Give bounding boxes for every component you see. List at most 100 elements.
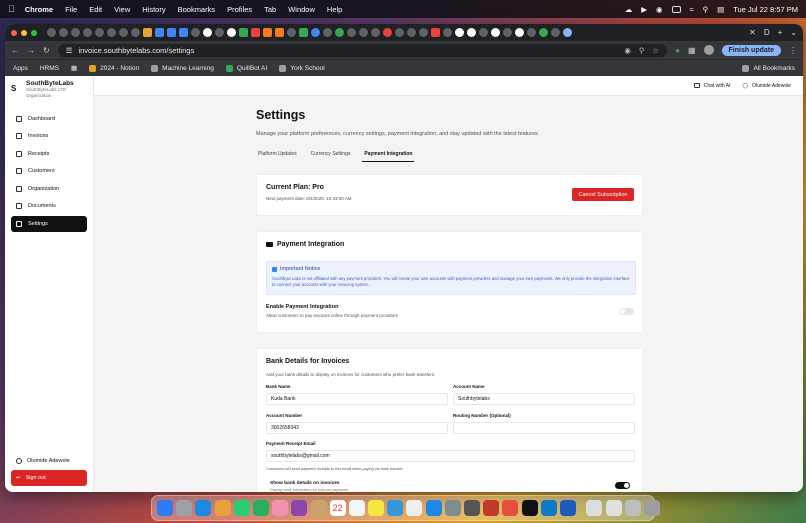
tab-favicon[interactable] bbox=[251, 28, 260, 37]
chrome-icon[interactable] bbox=[214, 500, 231, 516]
account-name-input[interactable]: Southbytelabs bbox=[453, 393, 635, 405]
control-icon[interactable]: ◉ bbox=[656, 5, 663, 14]
tab-favicon[interactable] bbox=[71, 28, 80, 37]
show-bank-details-toggle[interactable] bbox=[615, 482, 630, 489]
tab-favicon[interactable] bbox=[311, 28, 320, 37]
menu-view[interactable]: View bbox=[114, 5, 130, 14]
tab-favicon[interactable] bbox=[131, 28, 140, 37]
menu-file[interactable]: File bbox=[65, 5, 77, 14]
sidebar-user[interactable]: Olumide Adewole bbox=[11, 455, 87, 467]
notes-icon[interactable] bbox=[368, 500, 385, 516]
tab-favicon[interactable] bbox=[203, 28, 212, 37]
finish-update-button[interactable]: Finish update bbox=[721, 44, 781, 56]
wifi-icon[interactable]: ≈ bbox=[690, 5, 694, 14]
menu-tab[interactable]: Tab bbox=[264, 5, 276, 14]
search-icon[interactable]: ⚲ bbox=[703, 5, 709, 14]
tab-platform-updates[interactable]: Platform Updates bbox=[256, 149, 299, 162]
tab-favicon[interactable] bbox=[443, 28, 452, 37]
menu-bookmarks[interactable]: Bookmarks bbox=[178, 5, 216, 14]
cloud-icon[interactable]: ☁ bbox=[625, 5, 633, 14]
sidebar-item-dashboard[interactable]: Dashboard bbox=[11, 111, 87, 127]
site-info-icon[interactable]: ☰ bbox=[66, 46, 73, 55]
tab-favicon[interactable] bbox=[407, 28, 416, 37]
tab-favicon[interactable] bbox=[395, 28, 404, 37]
bookmark-apps[interactable]: Apps bbox=[13, 65, 28, 72]
apple-icon[interactable]:  bbox=[8, 4, 15, 14]
tab-favicon[interactable] bbox=[239, 28, 248, 37]
sidebar-item-invoices[interactable]: Invoices bbox=[11, 128, 87, 144]
tab-favicon[interactable] bbox=[107, 28, 116, 37]
news-icon[interactable] bbox=[483, 500, 500, 516]
freeform-icon[interactable] bbox=[387, 500, 404, 516]
reminders-icon[interactable] bbox=[348, 500, 365, 516]
active-tab-letter[interactable]: D bbox=[764, 28, 770, 37]
close-tab-icon[interactable]: ✕ bbox=[749, 28, 756, 37]
settings-app-icon[interactable] bbox=[444, 500, 461, 516]
sidebar-item-settings[interactable]: Settings bbox=[11, 215, 87, 232]
tab-favicon[interactable] bbox=[179, 28, 188, 37]
menu-edit[interactable]: Edit bbox=[89, 5, 102, 14]
tab-favicon[interactable] bbox=[383, 28, 392, 37]
word-icon[interactable] bbox=[559, 500, 576, 516]
tab-favicon[interactable] bbox=[335, 28, 344, 37]
stack-icon[interactable] bbox=[624, 500, 641, 516]
recent-app-icon[interactable] bbox=[586, 500, 603, 516]
tab-favicon[interactable] bbox=[83, 28, 92, 37]
tab-favicon[interactable] bbox=[563, 28, 572, 37]
receipt-email-input[interactable]: southbytelabs@gmail.com bbox=[266, 450, 635, 462]
address-bar[interactable]: ☰ invoice.southbytelabs.com/settings ◉ ⚲… bbox=[57, 43, 668, 57]
safari-icon[interactable] bbox=[195, 500, 212, 516]
tab-favicon[interactable] bbox=[155, 28, 164, 37]
extension-icon[interactable]: ● bbox=[675, 46, 680, 55]
sidebar-item-customers[interactable]: Customers bbox=[11, 163, 87, 179]
podcasts-icon[interactable] bbox=[291, 500, 308, 516]
tab-favicon[interactable] bbox=[359, 28, 368, 37]
profile-avatar[interactable] bbox=[703, 45, 714, 55]
org-brand[interactable]: S SouthByteLabs SouthByteLabs LTD Organi… bbox=[5, 76, 93, 103]
extensions-puzzle-icon[interactable]: ▦ bbox=[688, 46, 696, 55]
tab-favicon[interactable] bbox=[347, 28, 356, 37]
tab-payment-integration[interactable]: Payment Integration bbox=[362, 149, 415, 162]
play-icon[interactable]: ▶ bbox=[641, 5, 647, 14]
tab-favicon[interactable] bbox=[455, 28, 464, 37]
tab-search-icon[interactable]: ⌄ bbox=[790, 28, 797, 37]
sidebar-item-receipts[interactable]: Receipts bbox=[11, 146, 87, 162]
facetime-icon[interactable] bbox=[252, 500, 269, 516]
chrome-menu-icon[interactable]: ⋮ bbox=[789, 46, 797, 55]
new-tab-icon[interactable]: + bbox=[778, 28, 783, 37]
tab-favicon[interactable] bbox=[275, 28, 284, 37]
password-icon[interactable]: ◉ bbox=[624, 46, 631, 55]
finder-icon[interactable] bbox=[157, 500, 173, 516]
user-menu[interactable]: ◯ Olumide Adewole bbox=[742, 83, 791, 89]
messages-icon[interactable] bbox=[233, 500, 250, 516]
bookmark-machine-learning[interactable]: Machine Learning bbox=[151, 64, 214, 72]
terminal-icon[interactable] bbox=[464, 500, 480, 516]
cancel-subscription-button[interactable]: Cancel Subscription bbox=[572, 188, 634, 201]
tab-favicon[interactable] bbox=[551, 28, 560, 37]
minimize-window-button[interactable] bbox=[21, 29, 27, 36]
sidebar-item-documents[interactable]: Documents bbox=[11, 198, 87, 214]
menu-help[interactable]: Help bbox=[327, 5, 342, 14]
tab-favicon[interactable] bbox=[287, 28, 296, 37]
bank-name-input[interactable]: Kuda Bank bbox=[266, 393, 448, 405]
vscode-icon[interactable] bbox=[540, 500, 557, 516]
tab-favicon[interactable] bbox=[167, 28, 176, 37]
all-bookmarks[interactable]: All Bookmarks bbox=[742, 64, 795, 72]
tab-favicon[interactable] bbox=[263, 28, 272, 37]
routing-number-input[interactable] bbox=[453, 422, 635, 434]
tab-currency-settings[interactable]: Currency Settings bbox=[309, 149, 353, 162]
bookmark-york-school[interactable]: York School bbox=[279, 64, 325, 72]
tab-favicon[interactable] bbox=[95, 28, 104, 37]
photos-icon[interactable] bbox=[272, 500, 289, 516]
app-store-icon[interactable] bbox=[425, 500, 442, 516]
bookmark-notion[interactable]: 2024 - Notion bbox=[89, 64, 139, 72]
enable-integration-toggle[interactable] bbox=[619, 308, 634, 315]
url-text[interactable]: invoice.southbytelabs.com/settings bbox=[78, 46, 194, 55]
menu-window[interactable]: Window bbox=[288, 5, 315, 14]
tab-favicon[interactable] bbox=[431, 28, 440, 37]
trash-icon[interactable] bbox=[643, 500, 660, 516]
tab-favicon[interactable] bbox=[191, 28, 200, 37]
menu-chrome[interactable]: Chrome bbox=[25, 5, 53, 14]
clock[interactable]: Tue Jul 22 8:57 PM bbox=[733, 5, 798, 14]
tab-favicon[interactable] bbox=[215, 28, 224, 37]
